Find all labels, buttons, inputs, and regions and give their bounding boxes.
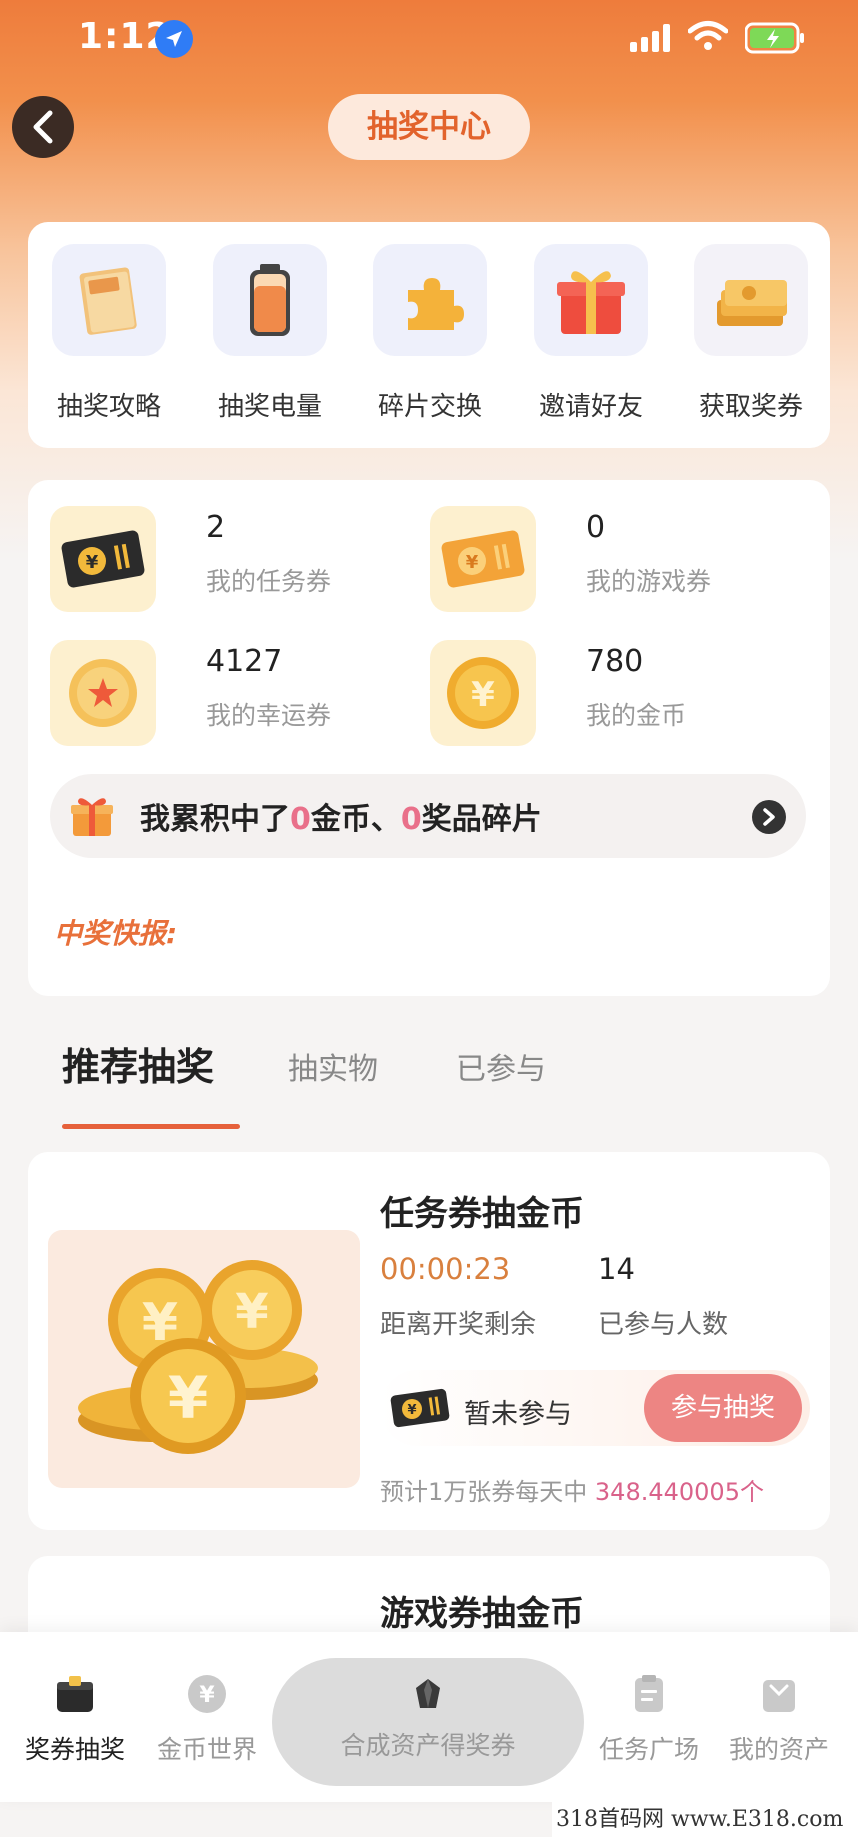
tab-physical-prizes[interactable]: 抽实物 (288, 1044, 378, 1088)
accumulated-winnings-text: 我累积中了0金币、0奖品碎片 (140, 802, 542, 837)
asset-gold-coins[interactable]: ¥ 780 我的金币 (430, 640, 800, 750)
quick-action-label: 抽奖攻略 (56, 392, 161, 422)
bottom-navigation: 奖券抽奖 ¥ 金币世界 合成资产得奖券 任务广场 我的资产 (0, 1632, 858, 1802)
participant-count-label: 已参与人数 (598, 1310, 729, 1340)
participation-status: 暂未参与 (464, 1399, 572, 1430)
participation-status-row: ¥ 暂未参与 参与抽奖 (380, 1370, 810, 1446)
lottery-title: 任务券抽金币 (380, 1194, 584, 1234)
asset-task-tickets[interactable]: ¥ 2 我的任务券 (50, 506, 420, 616)
nav-my-assets[interactable]: 我的资产 (704, 1672, 854, 1766)
asset-label: 我的任务券 (206, 567, 332, 596)
gold-coins-image: ¥ ¥ ¥ (48, 1230, 360, 1488)
countdown-label: 距离开奖剩余 (380, 1310, 537, 1340)
nav-task-square[interactable]: 任务广场 (574, 1672, 724, 1766)
accumulated-winnings-bar[interactable]: 我累积中了0金币、0奖品碎片 (50, 774, 806, 858)
svg-text:¥: ¥ (86, 552, 99, 573)
back-button[interactable] (12, 96, 74, 158)
battery-icon (250, 264, 290, 336)
tickets-icon (717, 280, 787, 326)
lottery-card-task-coins[interactable]: ¥ ¥ ¥ 任务券抽金币 00:00:23 14 距离开奖剩余 已参与人数 ¥ … (28, 1152, 830, 1530)
status-bar: 1:12 (0, 0, 858, 80)
quick-action-battery[interactable]: 抽奖电量 (203, 244, 337, 423)
wifi-icon (687, 20, 729, 56)
quick-action-label: 邀请好友 (538, 392, 643, 422)
active-tab-indicator (62, 1124, 240, 1129)
asset-lucky-tickets[interactable]: 4127 我的幸运券 (50, 640, 420, 750)
page-title: 抽奖中心 (328, 94, 530, 160)
asset-value: 780 (586, 644, 644, 679)
svg-text:¥: ¥ (199, 1683, 215, 1708)
svg-text:¥: ¥ (466, 552, 479, 573)
winning-news-label: 中奖快报: (54, 917, 178, 950)
my-assets-card: ¥ 2 我的任务券 ¥ 0 我的游戏券 4127 我的幸运券 ¥ 780 我的金… (28, 480, 830, 996)
gift-box-icon (557, 271, 625, 334)
nav-label: 我的资产 (728, 1735, 829, 1764)
asset-label: 我的金币 (586, 701, 687, 730)
nav-lottery[interactable]: 奖券抽奖 (0, 1672, 150, 1766)
task-ticket-icon: ¥ (50, 506, 156, 612)
asset-label: 我的幸运券 (206, 701, 332, 730)
asset-game-tickets[interactable]: ¥ 0 我的游戏券 (430, 506, 800, 616)
quick-actions-card: 抽奖攻略 抽奖电量 碎片交换 邀请好友 获取奖券 (28, 222, 830, 448)
quick-action-label: 抽奖电量 (217, 392, 322, 422)
cellular-signal-icon (630, 24, 674, 56)
gold-coin-icon: ¥ (430, 640, 536, 746)
quick-action-label: 获取奖券 (698, 392, 803, 422)
lottery-tabs: 推荐抽奖 抽实物 已参与 (0, 1030, 858, 1130)
watermark-text: 318首码网 www.E318.com (552, 1802, 858, 1837)
join-lottery-button[interactable]: 参与抽奖 (644, 1374, 802, 1442)
wallet-icon (763, 1680, 795, 1712)
quick-action-guide[interactable]: 抽奖攻略 (42, 244, 176, 423)
svg-text:¥: ¥ (235, 1284, 268, 1340)
svg-text:¥: ¥ (168, 1364, 208, 1432)
quick-action-tickets[interactable]: 获取奖券 (684, 244, 818, 423)
clipboard-icon (635, 1675, 663, 1712)
guide-book-icon (79, 267, 137, 335)
svg-text:¥: ¥ (407, 1403, 416, 1418)
quick-action-invite[interactable]: 邀请好友 (524, 244, 658, 423)
puzzle-piece-icon (408, 278, 464, 330)
coin-icon: ¥ (188, 1675, 226, 1713)
svg-text:¥: ¥ (471, 675, 495, 715)
countdown-timer: 00:00:23 (380, 1252, 511, 1286)
nav-label: 奖券抽奖 (24, 1735, 125, 1764)
asset-value: 2 (206, 510, 226, 545)
lottery-title: 游戏券抽金币 (380, 1594, 584, 1634)
ticket-box-icon (57, 1676, 93, 1712)
asset-value: 4127 (206, 644, 283, 679)
nav-label: 金币世界 (156, 1735, 257, 1764)
asset-value: 0 (586, 510, 606, 545)
chevron-right-icon (752, 800, 786, 834)
crystal-icon (416, 1679, 440, 1708)
nav-label: 任务广场 (598, 1735, 699, 1764)
battery-charging-icon (744, 22, 807, 58)
quick-action-fragments[interactable]: 碎片交换 (363, 244, 497, 423)
tab-recommended[interactable]: 推荐抽奖 (62, 1036, 214, 1091)
gift-icon (71, 798, 113, 836)
game-ticket-icon: ¥ (430, 506, 536, 612)
nav-synthesize[interactable]: 合成资产得奖券 (272, 1658, 584, 1786)
location-arrow-icon (155, 20, 193, 58)
asset-label: 我的游戏券 (586, 567, 712, 596)
participant-count: 14 (598, 1252, 635, 1286)
lucky-star-coin-icon (50, 640, 156, 746)
tab-participated[interactable]: 已参与 (456, 1044, 546, 1088)
nav-coin-world[interactable]: ¥ 金币世界 (132, 1672, 282, 1766)
chevron-left-icon (33, 110, 53, 144)
estimate-text: 预计1万张券每天中 348.440005个 (380, 1478, 764, 1506)
quick-action-label: 碎片交换 (377, 392, 482, 422)
nav-label: 合成资产得奖券 (340, 1731, 516, 1760)
task-ticket-icon: ¥ (390, 1388, 450, 1428)
